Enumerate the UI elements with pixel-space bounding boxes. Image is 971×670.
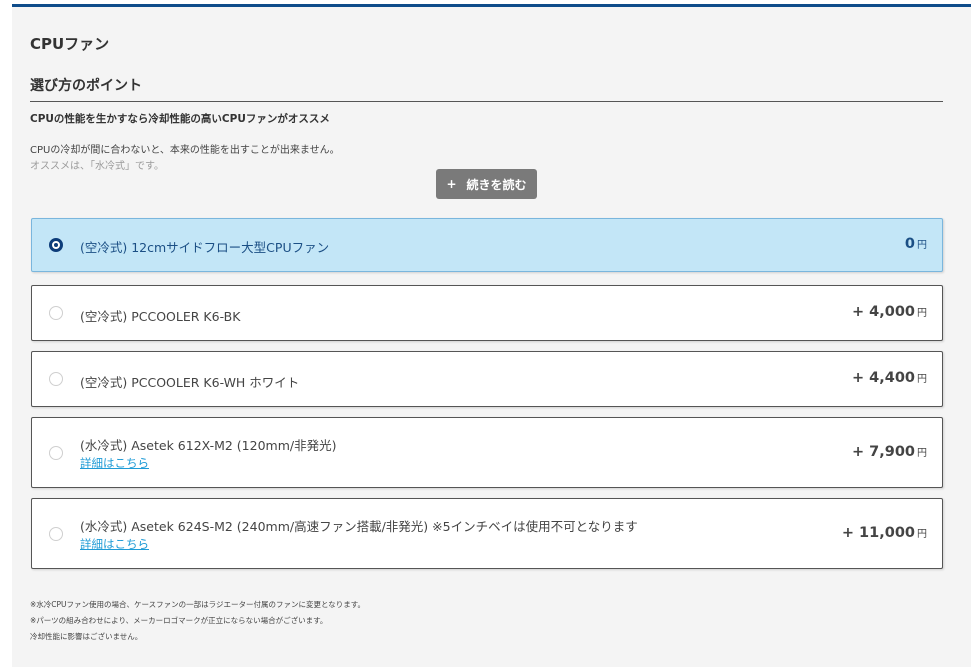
details-link[interactable]: 詳細はこちら bbox=[80, 536, 149, 552]
option-asetek-612x-m2[interactable]: (水冷式) Asetek 612X-M2 (120mm/非発光) 詳細はこちら … bbox=[31, 417, 943, 488]
points-body-line-2: オススメは、「水冷式」です。 bbox=[30, 161, 164, 172]
option-price: 0 円 bbox=[905, 236, 927, 252]
note-line-1: ※水冷CPUファン使用の場合、ケースファンの一部はラジエーター付属のファンに変更… bbox=[30, 600, 366, 609]
price-unit: 円 bbox=[917, 374, 927, 385]
price-value: 0 bbox=[904, 236, 915, 252]
option-label: (空冷式) PCCOOLER K6-WH ホワイト bbox=[80, 375, 300, 390]
price-unit: 円 bbox=[917, 240, 927, 251]
price-value: + 4,000 bbox=[851, 304, 915, 320]
radio-empty-icon[interactable] bbox=[49, 306, 63, 320]
radio-empty-icon[interactable] bbox=[49, 446, 63, 460]
option-pccooler-k6-wh[interactable]: (空冷式) PCCOOLER K6-WH ホワイト + 4,400 円 bbox=[31, 351, 943, 407]
option-label: (空冷式) 12cmサイドフロー大型CPUファン bbox=[80, 240, 330, 255]
option-price: + 7,900 円 bbox=[852, 444, 927, 460]
note-line-2: ※パーツの組み合わせにより、メーカーロゴマークが正立にならない場合がございます。 bbox=[30, 616, 328, 625]
plus-icon: + bbox=[446, 177, 457, 191]
points-title: 選び方のポイント bbox=[30, 78, 142, 94]
radio-empty-icon[interactable] bbox=[49, 372, 63, 386]
divider bbox=[30, 101, 943, 102]
section-title: CPUファン bbox=[30, 35, 110, 53]
points-heading: CPUの性能を生かすなら冷却性能の高いCPUファンがオススメ bbox=[30, 113, 330, 125]
option-label: (空冷式) PCCOOLER K6-BK bbox=[80, 309, 241, 324]
option-label: (水冷式) Asetek 612X-M2 (120mm/非発光) bbox=[80, 438, 337, 453]
price-value: + 4,400 bbox=[851, 370, 915, 386]
price-unit: 円 bbox=[917, 308, 927, 319]
option-12cm-side-flow[interactable]: (空冷式) 12cmサイドフロー大型CPUファン 0 円 bbox=[31, 218, 943, 272]
radio-empty-icon[interactable] bbox=[49, 527, 63, 541]
option-price: + 4,400 円 bbox=[852, 370, 927, 386]
price-unit: 円 bbox=[917, 448, 927, 459]
points-body-line-1: CPUの冷却が間に合わないと、本来の性能を出すことが出来ません。 bbox=[30, 145, 340, 156]
price-value: + 7,900 bbox=[851, 444, 915, 460]
read-more-label: 続きを読む bbox=[466, 177, 527, 192]
option-price: + 4,000 円 bbox=[852, 304, 927, 320]
option-price: + 11,000 円 bbox=[842, 525, 927, 541]
price-unit: 円 bbox=[917, 529, 927, 540]
details-link[interactable]: 詳細はこちら bbox=[80, 455, 149, 471]
cpu-fan-panel: CPUファン 選び方のポイント CPUの性能を生かすなら冷却性能の高いCPUファ… bbox=[12, 4, 971, 667]
option-asetek-624s-m2[interactable]: (水冷式) Asetek 624S-M2 (240mm/高速ファン搭載/非発光)… bbox=[31, 498, 943, 569]
note-line-3: 冷却性能に影響はございません。 bbox=[30, 632, 143, 641]
radio-selected-icon[interactable] bbox=[49, 238, 63, 252]
price-value: + 11,000 bbox=[841, 525, 915, 541]
option-pccooler-k6-bk[interactable]: (空冷式) PCCOOLER K6-BK + 4,000 円 bbox=[31, 285, 943, 341]
read-more-button[interactable]: + 続きを読む bbox=[436, 169, 537, 199]
option-label: (水冷式) Asetek 624S-M2 (240mm/高速ファン搭載/非発光)… bbox=[80, 519, 638, 534]
